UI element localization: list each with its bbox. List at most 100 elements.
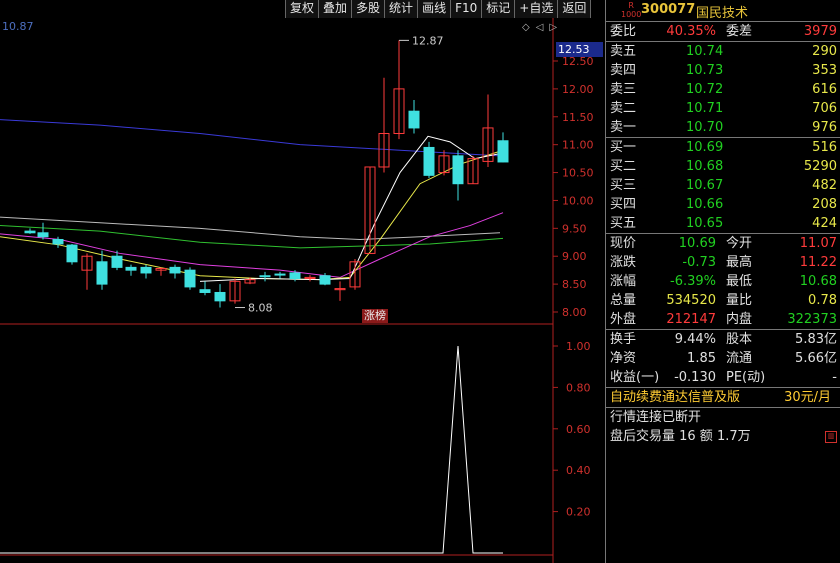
- current-price-tag: 12.53: [556, 42, 603, 57]
- stock-code[interactable]: 300077: [641, 2, 695, 17]
- toolbar-button-6[interactable]: 标记: [481, 0, 515, 18]
- bids-row[interactable]: 买三 10.67 482: [606, 176, 840, 195]
- price-axis-label: 12.00: [562, 83, 594, 96]
- candle-down: [319, 275, 331, 285]
- toolbar-button-2[interactable]: 多股: [351, 0, 385, 18]
- candle-down: [199, 289, 211, 293]
- candle-down: [289, 272, 301, 280]
- stat-value: -6.39%: [670, 274, 716, 289]
- bids-row[interactable]: 买四 10.66 208: [606, 195, 840, 214]
- stat-label: 净资: [610, 351, 637, 366]
- price-axis-label: 8.50: [562, 278, 587, 291]
- candle-down: [408, 110, 420, 129]
- status-row: 行情连接已断开: [606, 407, 840, 427]
- asks-volume: 290: [812, 44, 837, 59]
- ask-book: 卖五 10.74 290 卖四 10.73 353 卖三 10.72 616 卖二 10.71 706…: [606, 41, 840, 137]
- stat-label: 最高: [726, 255, 753, 270]
- asks-label: 卖五: [610, 44, 637, 59]
- asks-price: 10.74: [686, 44, 724, 59]
- chart-small-icon[interactable]: ▥: [825, 431, 837, 443]
- stat-row: 总量 534520 量比 0.78: [606, 291, 840, 310]
- promo-price[interactable]: 30元/月: [784, 388, 831, 407]
- promo-text[interactable]: 自动续费通达信普及版: [610, 388, 740, 407]
- toolbar-button-1[interactable]: 叠加: [318, 0, 352, 18]
- asks-row[interactable]: 卖三 10.72 616: [606, 80, 840, 99]
- candle-down: [423, 146, 435, 176]
- stat-value: 11.22: [799, 255, 837, 270]
- toolbar-button-8[interactable]: 返回: [557, 0, 592, 18]
- chart-nav-icons: ◇ ◁ ▷: [522, 22, 563, 33]
- asks-row[interactable]: 卖四 10.73 353: [606, 61, 840, 80]
- stat-label: 总量: [610, 293, 637, 308]
- arrow-left-icon[interactable]: ◁: [536, 22, 544, 33]
- stat-value: 9.44%: [674, 332, 716, 347]
- weibi-label: 委比: [610, 24, 637, 39]
- bids-label: 买三: [610, 178, 637, 193]
- candle-down: [24, 230, 36, 234]
- bids-price: 10.67: [686, 178, 724, 193]
- chart-area[interactable]: 12.5012.0011.5011.0010.5010.009.509.008.…: [0, 0, 605, 563]
- toolbar-button-5[interactable]: F10: [450, 0, 482, 18]
- asks-row[interactable]: 卖五 10.74 290: [606, 42, 840, 61]
- stat-value: 212147: [666, 312, 716, 327]
- stat-label: PE(动): [726, 370, 766, 385]
- stat-value: 1.85: [687, 351, 716, 366]
- lower-axis-label: 0.20: [566, 506, 591, 519]
- asks-row[interactable]: 卖一 10.70 976: [606, 118, 840, 137]
- candle-down: [259, 275, 271, 278]
- lower-axis-label: 0.60: [566, 423, 591, 436]
- bids-price: 10.66: [686, 197, 724, 212]
- candle-down: [66, 244, 78, 263]
- candle-down: [140, 266, 152, 274]
- stat-row: 涨跌 -0.73 最高 11.22: [606, 253, 840, 272]
- after-hours-text: 盘后交易量 16 额 1.7万: [610, 429, 751, 444]
- toolbar-button-0[interactable]: 复权: [285, 0, 319, 18]
- lower-axis-label: 0.40: [566, 464, 591, 477]
- stat-value: 5.66亿: [795, 351, 837, 366]
- lower-axis-label: 1.00: [566, 340, 591, 353]
- stock-header: R 1000 300077 国民技术: [606, 0, 840, 22]
- weibi-row: 委比 40.35% 委差 3979: [606, 22, 840, 41]
- chart-toolbar: 复权 叠加 多股 统计 画线 F10 标记 +自选 返回: [285, 0, 592, 18]
- stat-label: 量比: [726, 293, 753, 308]
- stat-label: 收益(一): [610, 370, 660, 385]
- stat-row: 涨幅 -6.39% 最低 10.68: [606, 272, 840, 291]
- toolbar-button-3[interactable]: 统计: [384, 0, 418, 18]
- stock-name[interactable]: 国民技术: [696, 2, 748, 21]
- ma-line-gray: [0, 216, 501, 240]
- stat-label: 涨跌: [610, 255, 637, 270]
- quote-stats-2: 换手 9.44% 股本 5.83亿 净资 1.85 流通 5.66亿 收益(一) -0.130 PE…: [606, 329, 840, 387]
- asks-price: 10.73: [686, 63, 724, 78]
- bids-row[interactable]: 买一 10.69 516: [606, 138, 840, 157]
- low-marker-label: 8.08: [248, 302, 273, 315]
- bids-label: 买一: [610, 140, 637, 155]
- bids-label: 买五: [610, 216, 637, 231]
- r-badge-icon: R 1000: [621, 1, 642, 19]
- stat-value: 534520: [666, 293, 716, 308]
- bids-price: 10.69: [686, 140, 724, 155]
- toolbar-button-4[interactable]: 画线: [417, 0, 451, 18]
- diamond-outline-icon[interactable]: ◇: [522, 22, 530, 33]
- candle-down: [37, 232, 49, 238]
- stat-row: 换手 9.44% 股本 5.83亿: [606, 330, 840, 349]
- arrow-right-icon[interactable]: ▷: [549, 22, 557, 33]
- price-axis-label: 11.50: [562, 111, 594, 124]
- bids-label: 买二: [610, 159, 637, 174]
- promo-row[interactable]: 自动续费通达信普及版 30元/月: [606, 387, 840, 407]
- bids-volume: 5290: [803, 159, 837, 174]
- candle-down: [52, 238, 64, 245]
- bids-row[interactable]: 买二 10.68 5290: [606, 157, 840, 176]
- bids-row[interactable]: 买五 10.65 424: [606, 214, 840, 233]
- asks-row[interactable]: 卖二 10.71 706: [606, 99, 840, 118]
- zhangbang-badge[interactable]: 涨榜: [362, 309, 388, 323]
- stat-label: 现价: [610, 236, 637, 251]
- stat-value: 10.68: [799, 274, 837, 289]
- lower-axis-label: 0.80: [566, 381, 591, 394]
- asks-volume: 976: [812, 120, 837, 135]
- stat-label: 内盘: [726, 312, 753, 327]
- toolbar-button-7[interactable]: +自选: [514, 0, 558, 18]
- stat-label: 股本: [726, 332, 753, 347]
- stat-value: -: [832, 370, 837, 385]
- after-hours-row: 盘后交易量 16 额 1.7万 ▥: [606, 427, 840, 446]
- bids-volume: 208: [812, 197, 837, 212]
